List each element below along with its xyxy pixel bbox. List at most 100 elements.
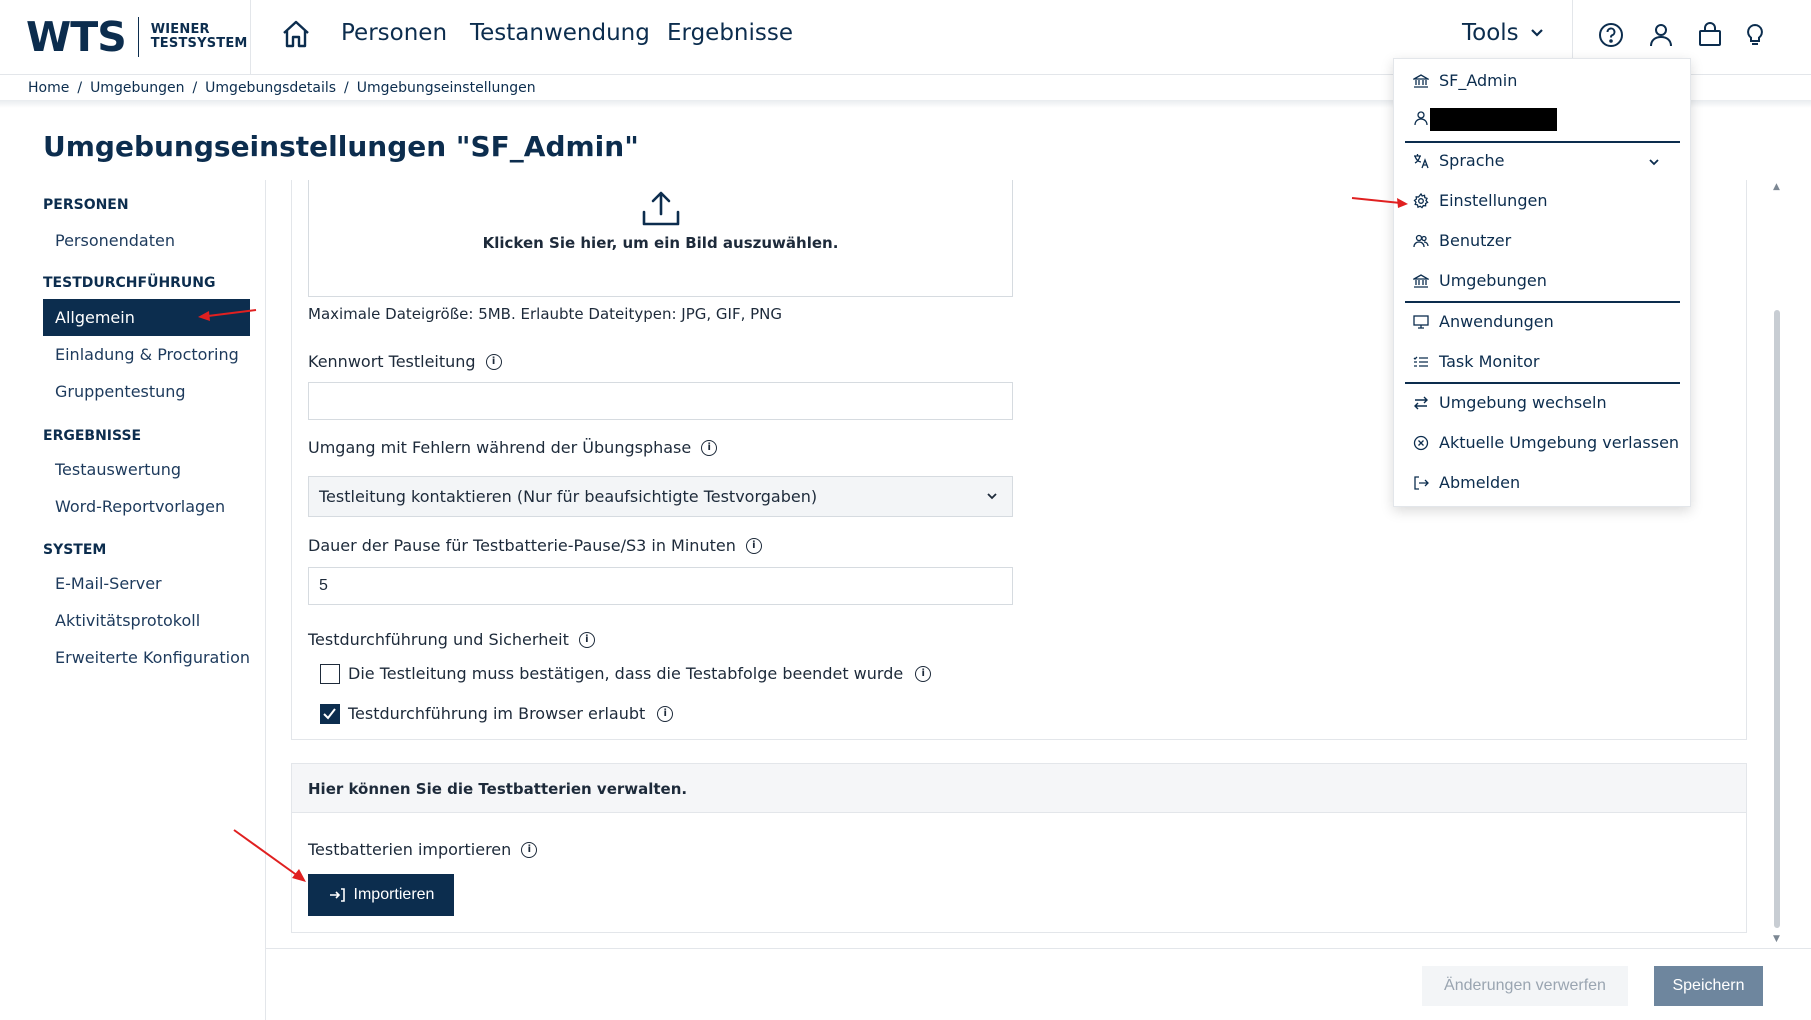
logout-icon <box>1414 475 1429 490</box>
logo-mark: WTS <box>26 12 127 61</box>
header-divider <box>250 0 251 75</box>
info-icon[interactable]: i <box>578 631 595 648</box>
menu-item-umgebung-verlassen[interactable]: Aktuelle Umgebung verlassen <box>1413 433 1679 452</box>
breadcrumb-sep: / <box>344 80 349 96</box>
sidebar-item-aktivitaetsprotokoll[interactable]: Aktivitätsprotokoll <box>55 611 200 630</box>
upload-icon <box>642 191 680 226</box>
nav-personen[interactable]: Personen <box>341 20 447 46</box>
import-button[interactable]: Importieren <box>308 874 454 916</box>
chevron-down-icon <box>987 493 997 500</box>
browser-allowed-label: Testdurchführung im Browser erlaubt i <box>348 704 674 723</box>
menu-item-abmelden[interactable]: Abmelden <box>1413 473 1520 492</box>
menu-item-sprache-label: Sprache <box>1439 151 1505 170</box>
shopping-bag-icon[interactable] <box>1697 22 1723 48</box>
close-circle-icon <box>1413 435 1429 450</box>
menu-item-einstellungen[interactable]: Einstellungen <box>1413 191 1547 210</box>
info-icon[interactable]: i <box>745 537 762 554</box>
sidebar-section-ergebnisse: ERGEBNISSE <box>43 428 142 444</box>
confirm-completion-label: Die Testleitung muss bestätigen, dass di… <box>348 664 932 683</box>
save-button[interactable]: Speichern <box>1654 966 1763 1006</box>
logo-separator <box>137 17 139 57</box>
menu-item-einstellungen-label: Einstellungen <box>1439 191 1548 210</box>
user-icon <box>1414 111 1428 126</box>
discard-changes-button[interactable]: Änderungen verwerfen <box>1422 966 1628 1006</box>
user-icon[interactable] <box>1648 22 1674 48</box>
menu-item-environment-label: SF_Admin <box>1439 71 1518 90</box>
pause-duration-label: Dauer der Pause für Testbatterie-Pause/S… <box>308 536 762 555</box>
breadcrumb-umgebungsdetails[interactable]: Umgebungsdetails <box>205 80 336 96</box>
checkmark-icon <box>323 708 336 720</box>
sidebar-item-gruppentestung[interactable]: Gruppentestung <box>55 382 186 401</box>
scroll-down-arrow[interactable]: ▼ <box>1773 934 1780 944</box>
pause-duration-label-text: Dauer der Pause für Testbatterie-Pause/S… <box>308 536 736 555</box>
menu-item-environment[interactable]: SF_Admin <box>1413 71 1517 90</box>
confirm-completion-label-text: Die Testleitung muss bestätigen, dass di… <box>348 664 904 683</box>
lightbulb-icon[interactable] <box>1742 22 1768 48</box>
info-icon[interactable]: i <box>521 841 538 858</box>
help-icon[interactable] <box>1598 22 1624 48</box>
info-icon[interactable]: i <box>701 439 718 456</box>
info-icon[interactable]: i <box>915 665 932 682</box>
password-label: Kennwort Testleitung i <box>308 352 502 371</box>
nav-ergebnisse[interactable]: Ergebnisse <box>667 20 793 46</box>
sidebar-section-system: SYSTEM <box>43 542 107 558</box>
password-input[interactable] <box>308 382 1013 420</box>
confirm-completion-checkbox[interactable] <box>320 664 340 684</box>
test-batteries-header: Hier können Sie die Testbatterien verwal… <box>291 763 1747 813</box>
sidebar-item-word-reportvorlagen[interactable]: Word-Reportvorlagen <box>55 497 225 516</box>
swap-icon <box>1414 396 1428 409</box>
menu-item-umgebung-verlassen-label: Aktuelle Umgebung verlassen <box>1439 433 1680 452</box>
menu-item-anwendungen[interactable]: Anwendungen <box>1413 312 1554 331</box>
sidebar-item-erweiterte-konfiguration[interactable]: Erweiterte Konfiguration <box>55 648 250 667</box>
security-label-text: Testdurchführung und Sicherheit <box>308 630 569 649</box>
browser-allowed-checkbox[interactable] <box>320 704 340 724</box>
translate-icon <box>1414 153 1429 168</box>
password-label-text: Kennwort Testleitung <box>308 352 476 371</box>
menu-item-sprache[interactable]: Sprache <box>1413 151 1504 170</box>
tools-menu-toggle[interactable]: Tools <box>1462 20 1545 46</box>
import-batteries-label-text: Testbatterien importieren <box>308 840 512 859</box>
error-handling-select[interactable]: Testleitung kontaktieren (Nur für beaufs… <box>308 476 1013 517</box>
import-button-label: Importieren <box>353 886 435 903</box>
info-icon[interactable]: i <box>485 353 502 370</box>
security-label: Testdurchführung und Sicherheit i <box>308 630 595 649</box>
menu-item-umgebungen[interactable]: Umgebungen <box>1413 271 1547 290</box>
menu-item-task-monitor[interactable]: Task Monitor <box>1413 352 1539 371</box>
home-icon[interactable] <box>280 18 312 50</box>
menu-separator <box>1405 382 1680 384</box>
pause-duration-input[interactable] <box>308 567 1013 605</box>
menu-item-task-monitor-label: Task Monitor <box>1439 352 1540 371</box>
nav-testanwendung[interactable]: Testanwendung <box>470 20 650 46</box>
sidebar-item-einladung[interactable]: Einladung & Proctoring <box>55 345 239 364</box>
sidebar-section-testdurchfuehrung: TESTDURCHFÜHRUNG <box>43 275 216 291</box>
breadcrumb: Home / Umgebungen / Umgebungsdetails / U… <box>28 80 536 96</box>
breadcrumb-sep: / <box>192 80 198 96</box>
breadcrumb-home[interactable]: Home <box>28 80 69 96</box>
menu-item-user-account[interactable] <box>1413 110 1429 126</box>
logo-line1: WIENER <box>150 22 210 37</box>
breadcrumb-current: Umgebungseinstellungen <box>356 80 536 96</box>
browser-allowed-label-text: Testdurchführung im Browser erlaubt <box>348 704 646 723</box>
bank-icon <box>1413 273 1429 288</box>
import-icon <box>329 888 345 902</box>
upload-instruction: Klicken Sie hier, um ein Bild auszuwähle… <box>482 234 839 252</box>
monitor-icon <box>1413 314 1429 329</box>
chevron-down-icon[interactable] <box>1648 156 1660 168</box>
users-icon <box>1413 234 1429 247</box>
menu-item-benutzer[interactable]: Benutzer <box>1413 231 1511 250</box>
gear-icon <box>1413 192 1429 209</box>
annotation-arrow-settings <box>1351 197 1408 208</box>
info-icon[interactable]: i <box>657 705 674 722</box>
scrollbar-thumb[interactable] <box>1774 310 1780 928</box>
menu-item-umgebung-wechseln[interactable]: Umgebung wechseln <box>1413 393 1607 412</box>
menu-item-umgebungen-label: Umgebungen <box>1439 271 1547 290</box>
error-handling-label-text: Umgang mit Fehlern während der Übungspha… <box>308 438 692 457</box>
menu-item-anwendungen-label: Anwendungen <box>1439 312 1554 331</box>
sidebar-item-personendaten[interactable]: Personendaten <box>55 231 175 250</box>
sidebar-item-email-server[interactable]: E-Mail-Server <box>55 574 162 593</box>
breadcrumb-umgebungen[interactable]: Umgebungen <box>90 80 184 96</box>
breadcrumb-sep: / <box>77 80 83 96</box>
scroll-up-arrow[interactable]: ▲ <box>1773 182 1780 192</box>
wts-logo[interactable]: WTS WIENER TESTSYSTEM <box>26 14 248 60</box>
sidebar-item-testauswertung[interactable]: Testauswertung <box>55 460 181 479</box>
